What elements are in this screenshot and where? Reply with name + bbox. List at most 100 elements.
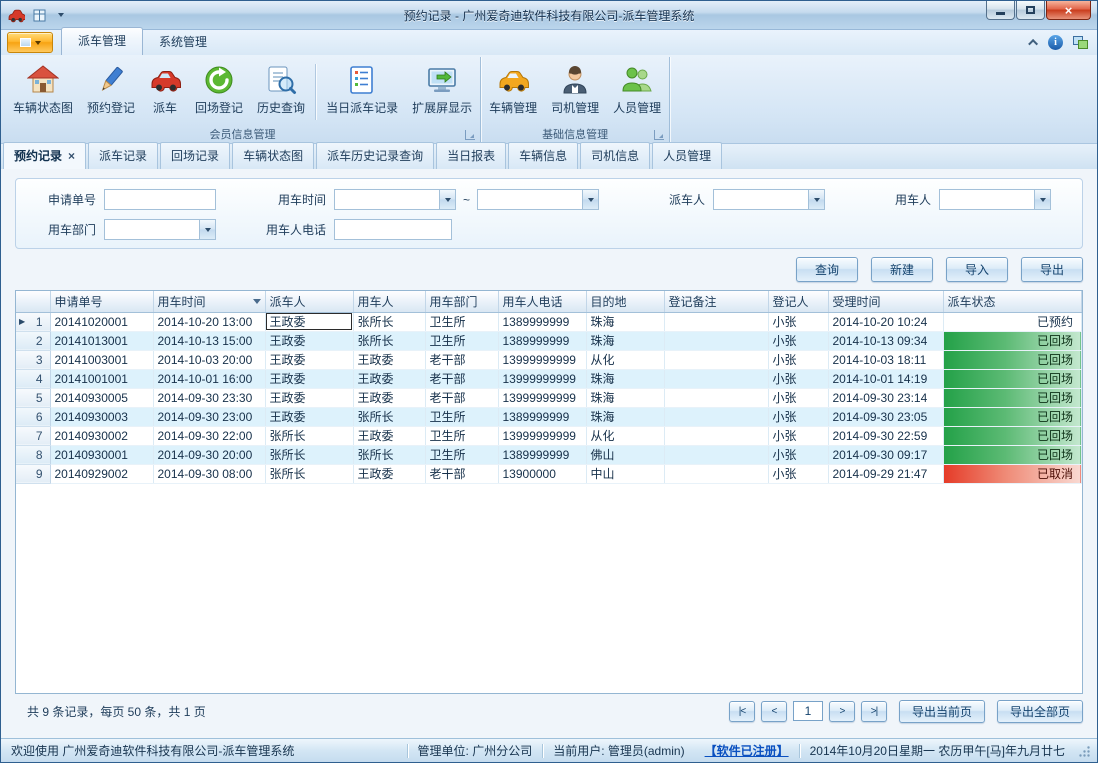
cell-phone[interactable]: 13999999999 xyxy=(498,388,586,407)
cell-remark[interactable] xyxy=(664,464,768,483)
status-badge[interactable]: 已回场 xyxy=(943,426,1082,445)
chevron-down-icon[interactable] xyxy=(199,220,215,239)
cell-dispatcher[interactable]: 王政委 xyxy=(265,369,353,388)
cell-remark[interactable] xyxy=(664,369,768,388)
cell-dispatcher[interactable]: 张所长 xyxy=(265,445,353,464)
maximize-button[interactable] xyxy=(1016,1,1045,20)
doc-tab-5[interactable]: 当日报表 xyxy=(436,142,506,169)
vehicle-status-chart-button[interactable]: 车辆状态图 xyxy=(6,59,80,118)
status-badge[interactable]: 已回场 xyxy=(943,331,1082,350)
cell-registrar[interactable]: 小张 xyxy=(768,407,828,426)
cell-use_time[interactable]: 2014-09-30 08:00 xyxy=(153,464,265,483)
column-header-4[interactable]: 用车人 xyxy=(353,291,425,312)
ribbon-tab-system[interactable]: 系统管理 xyxy=(143,29,223,55)
user-combo[interactable] xyxy=(939,189,1051,210)
table-row[interactable]: 6201409300032014-09-30 23:00王政委张所长卫生所138… xyxy=(16,407,1082,426)
cell-user[interactable]: 张所长 xyxy=(353,407,425,426)
cell-phone[interactable]: 13999999999 xyxy=(498,426,586,445)
cell-registrar[interactable]: 小张 xyxy=(768,388,828,407)
doc-tab-3[interactable]: 车辆状态图 xyxy=(232,142,314,169)
cell-use_time[interactable]: 2014-09-30 23:00 xyxy=(153,407,265,426)
cell-registrar[interactable]: 小张 xyxy=(768,350,828,369)
cell-accept_time[interactable]: 2014-09-30 23:05 xyxy=(828,407,943,426)
cell-destination[interactable]: 中山 xyxy=(586,464,664,483)
cell-use_time[interactable]: 2014-09-30 22:00 xyxy=(153,426,265,445)
cell-registrar[interactable]: 小张 xyxy=(768,369,828,388)
cell-remark[interactable] xyxy=(664,445,768,464)
doc-tab-1[interactable]: 派车记录 xyxy=(88,142,158,169)
cell-dept[interactable]: 卫生所 xyxy=(425,445,498,464)
cell-accept_time[interactable]: 2014-09-30 23:14 xyxy=(828,388,943,407)
cell-use_time[interactable]: 2014-09-30 23:30 xyxy=(153,388,265,407)
chevron-down-icon[interactable] xyxy=(1034,190,1050,209)
cell-user[interactable]: 张所长 xyxy=(353,445,425,464)
doc-tab-7[interactable]: 司机信息 xyxy=(580,142,650,169)
cell-destination[interactable]: 从化 xyxy=(586,350,664,369)
status-badge[interactable]: 已取消 xyxy=(943,464,1082,483)
info-icon[interactable]: i xyxy=(1048,35,1063,50)
phone-input[interactable] xyxy=(334,219,452,240)
row-selector[interactable]: 5 xyxy=(16,388,50,407)
minimize-button[interactable] xyxy=(986,1,1015,20)
dept-combo[interactable] xyxy=(104,219,216,240)
order-no-input[interactable] xyxy=(104,189,216,210)
cell-user[interactable]: 王政委 xyxy=(353,388,425,407)
column-header-8[interactable]: 登记备注 xyxy=(664,291,768,312)
table-row[interactable]: 4201410010012014-10-01 16:00王政委王政委老干部139… xyxy=(16,369,1082,388)
extended-screen-button[interactable]: 扩展屏显示 xyxy=(405,59,479,118)
cell-user[interactable]: 王政委 xyxy=(353,464,425,483)
row-selector-header[interactable] xyxy=(16,291,50,312)
cell-accept_time[interactable]: 2014-10-13 09:34 xyxy=(828,331,943,350)
cell-use_time[interactable]: 2014-10-20 13:00 xyxy=(153,312,265,331)
prev-page-button[interactable]: < xyxy=(761,701,787,722)
cell-dispatcher[interactable]: 王政委 xyxy=(265,407,353,426)
cell-registrar[interactable]: 小张 xyxy=(768,426,828,445)
cell-order_no[interactable]: 20141013001 xyxy=(50,331,153,350)
cell-remark[interactable] xyxy=(664,331,768,350)
return-register-button[interactable]: 回场登记 xyxy=(188,59,250,118)
column-header-2[interactable]: 用车时间 xyxy=(153,291,265,312)
ribbon-tab-dispatch[interactable]: 派车管理 xyxy=(61,27,143,55)
row-selector[interactable]: 6 xyxy=(16,407,50,426)
cell-remark[interactable] xyxy=(664,426,768,445)
cell-order_no[interactable]: 20141001001 xyxy=(50,369,153,388)
collapse-ribbon-icon[interactable] xyxy=(1028,39,1038,49)
cell-order_no[interactable]: 20140930001 xyxy=(50,445,153,464)
export-current-page-button[interactable]: 导出当前页 xyxy=(899,700,985,723)
cell-user[interactable]: 张所长 xyxy=(353,331,425,350)
table-row[interactable]: 8201409300012014-09-30 20:00张所长张所长卫生所138… xyxy=(16,445,1082,464)
cell-destination[interactable]: 珠海 xyxy=(586,407,664,426)
cell-destination[interactable]: 珠海 xyxy=(586,331,664,350)
next-page-button[interactable]: > xyxy=(829,701,855,722)
cell-registrar[interactable]: 小张 xyxy=(768,464,828,483)
reservation-register-button[interactable]: 预约登记 xyxy=(80,59,142,118)
personnel-management-button[interactable]: 人员管理 xyxy=(606,59,668,118)
create-button[interactable]: 新建 xyxy=(871,257,933,282)
status-badge[interactable]: 已回场 xyxy=(943,350,1082,369)
daily-dispatch-record-button[interactable]: 当日派车记录 xyxy=(319,59,405,118)
quick-access-dropdown-icon[interactable] xyxy=(51,6,71,25)
cell-dept[interactable]: 老干部 xyxy=(425,350,498,369)
column-filter-arrow-icon[interactable] xyxy=(253,299,261,304)
status-badge[interactable]: 已回场 xyxy=(943,369,1082,388)
cell-user[interactable]: 王政委 xyxy=(353,369,425,388)
row-selector[interactable]: 9 xyxy=(16,464,50,483)
cell-use_time[interactable]: 2014-10-01 16:00 xyxy=(153,369,265,388)
cell-order_no[interactable]: 20141003001 xyxy=(50,350,153,369)
cell-dispatcher[interactable]: 张所长 xyxy=(265,464,353,483)
cell-dept[interactable]: 卫生所 xyxy=(425,312,498,331)
status-badge[interactable]: 已回场 xyxy=(943,445,1082,464)
table-row[interactable]: 3201410030012014-10-03 20:00王政委王政委老干部139… xyxy=(16,350,1082,369)
chevron-down-icon[interactable] xyxy=(582,190,598,209)
cell-use_time[interactable]: 2014-10-03 20:00 xyxy=(153,350,265,369)
last-page-button[interactable]: >| xyxy=(861,701,887,722)
row-selector[interactable]: 7 xyxy=(16,426,50,445)
page-number-input[interactable] xyxy=(793,701,823,721)
cell-user[interactable]: 王政委 xyxy=(353,350,425,369)
cell-order_no[interactable]: 20140930005 xyxy=(50,388,153,407)
doc-tab-8[interactable]: 人员管理 xyxy=(652,142,722,169)
doc-tab-4[interactable]: 派车历史记录查询 xyxy=(316,142,434,169)
cell-accept_time[interactable]: 2014-09-30 09:17 xyxy=(828,445,943,464)
cell-remark[interactable] xyxy=(664,388,768,407)
use-time-to-combo[interactable] xyxy=(477,189,599,210)
